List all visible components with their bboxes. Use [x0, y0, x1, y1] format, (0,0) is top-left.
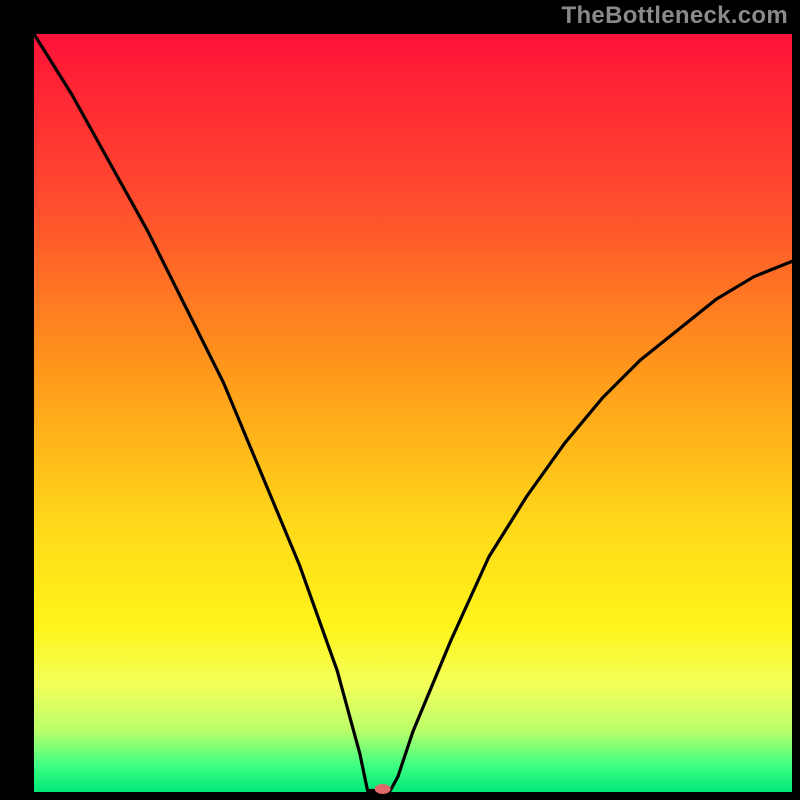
minimum-marker	[375, 784, 391, 794]
gradient-background	[34, 34, 792, 792]
bottleneck-chart	[0, 0, 800, 800]
watermark-text: TheBottleneck.com	[562, 2, 788, 30]
